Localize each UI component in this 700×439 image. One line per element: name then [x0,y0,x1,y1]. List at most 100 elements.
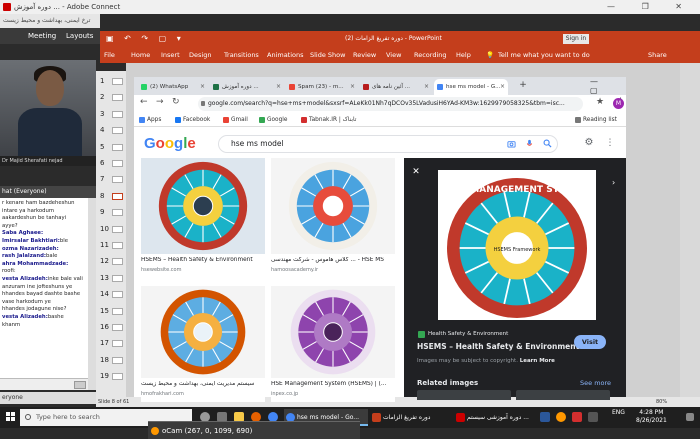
new-tab-button[interactable]: + [517,79,529,91]
image-result[interactable]: کلاس هاموس - شرکت مهندسی ... - HSE MS ham… [271,158,395,278]
browser-tab[interactable]: Spam (23) - m... × [286,79,358,95]
microphone-icon[interactable] [525,139,534,148]
tab-file[interactable]: File [104,47,115,63]
slide-thumbnail[interactable] [112,340,123,348]
ocam-icon[interactable] [556,412,566,422]
reload-icon[interactable]: ↻ [172,97,180,107]
preview-title[interactable]: HSEMS – Health Safety & Environment [417,342,579,351]
word-icon[interactable] [540,412,550,422]
slide-thumbnail[interactable] [112,324,123,331]
chat-scrollbar[interactable] [88,198,96,390]
image-result[interactable]: سیستم مدیریت ایمنی، بهداشت و محیط زیست hm… [141,286,265,402]
chrome-window-controls[interactable]: — ▢ ✕ [590,77,630,104]
chat-send-button[interactable] [74,381,86,389]
slide-thumbnail[interactable] [112,176,123,184]
tab-home[interactable]: Home [131,47,150,63]
tab-animations[interactable]: Animations [267,47,304,63]
browser-tab[interactable]: دوره آموزش ... × [210,79,284,95]
result-title[interactable]: HSE Management System (HSEMS) | (... [271,381,395,387]
result-title[interactable]: HSEMS – Health Safety & Environment [141,257,265,263]
related-image-thumb[interactable] [417,390,511,400]
slide-thumbnail[interactable] [112,160,123,167]
taskbar-app-adobe-connect[interactable]: دوره آموزشی سیستم ... [454,409,536,426]
preview-source[interactable]: Health Safety & Environment [428,331,508,337]
close-tab-icon[interactable]: × [424,79,429,95]
result-thumbnail[interactable] [141,286,265,378]
slide-thumbnail[interactable] [112,225,123,233]
result-title[interactable]: سیستم مدیریت ایمنی، بهداشت و محیط زیست [141,381,265,387]
learn-more-link[interactable]: Learn More [520,358,555,364]
slide-thumbnail[interactable] [112,307,123,315]
back-arrow-icon[interactable]: ← [140,97,148,107]
result-thumbnail[interactable] [141,158,265,254]
close-tab-icon[interactable]: × [500,79,505,95]
search-icon[interactable] [543,139,552,148]
sign-in-button[interactable]: Sign in [563,34,589,44]
google-logo[interactable]: Google [144,135,204,153]
taskbar-clock[interactable]: 4:28 PM 8/26/2021 [636,409,667,425]
notification-icon[interactable] [686,413,694,421]
close-tab-icon[interactable]: × [350,79,355,95]
extensions-icon[interactable]: ★ [596,97,604,107]
browser-tab[interactable]: (2) WhatsApp × [138,79,208,95]
slide-thumbnail[interactable] [112,192,123,200]
reading-list[interactable]: Reading list [574,113,617,127]
close-tab-icon[interactable]: × [200,79,205,95]
camera-icon[interactable] [507,139,516,148]
bookmark-gmail[interactable]: Gmail [222,113,248,127]
result-thumbnail[interactable] [271,286,395,378]
slide-thumbnail[interactable] [112,143,123,151]
menu-layouts[interactable]: Layouts [66,28,93,44]
window-controls[interactable]: — ❐ ✕ [607,0,694,14]
chevron-right-icon[interactable]: › [612,178,622,188]
slide-thumbnail[interactable] [112,356,123,364]
slide-thumbnail[interactable] [112,209,123,217]
slide-thumbnail[interactable] [112,242,123,249]
profile-avatar[interactable]: M [613,98,624,109]
slide-vertical-scrollbar[interactable] [680,63,700,397]
tab-insert[interactable]: Insert [161,47,180,63]
slide-thumbnail[interactable] [112,258,123,266]
slide-thumbnail[interactable] [112,110,123,118]
google-apps-icon[interactable]: ⋮ [604,137,616,149]
bookmark-facebook[interactable]: Facebook [174,113,210,127]
share-button[interactable]: Share [648,47,667,63]
windows-start-icon[interactable] [6,412,16,422]
related-image-thumb[interactable] [516,390,610,400]
bookmark-google[interactable]: Google [258,113,287,127]
zoom-level[interactable]: 80% [656,397,667,407]
forward-arrow-icon[interactable]: → [156,97,164,107]
slide-thumbnail[interactable] [112,127,123,135]
close-tab-icon[interactable]: × [276,79,281,95]
tab-recording[interactable]: Recording [414,47,447,63]
result-title[interactable]: کلاس هاموس - شرکت مهندسی ... - HSE MS [271,257,395,263]
image-result[interactable]: HSE Management System (HSEMS) | (... inpe… [271,286,395,402]
slide-thumbnail[interactable] [112,78,123,85]
visit-button[interactable]: Visit [574,335,606,349]
chat-recipient-selector[interactable]: eryone [0,392,96,404]
bookmark-tabnak[interactable]: Tabnak.IR | تابناک [300,113,356,127]
hse-ms-diagram-large[interactable]: HSE MANAGEMENT SYSTEM HSEMS Framework [438,170,596,320]
google-search-box[interactable]: hse ms model [218,135,558,153]
slide-thumbnail[interactable] [112,274,123,282]
chat-input[interactable] [0,378,88,390]
browser-tab[interactable]: آئین نامه های ... × [360,79,432,95]
app-icon[interactable] [572,412,582,422]
slide-thumbnail[interactable] [112,94,123,102]
address-bar[interactable]: google.com/search?q=hse+ms+model&sxsrf=A… [198,97,583,111]
browser-tab[interactable]: hse ms model - G... × [434,79,508,95]
taskbar-app-powerpoint[interactable]: دوره تفریغ الزامات [370,409,452,426]
image-result[interactable]: HSEMS – Health Safety & Environment hsewe… [141,158,265,278]
input-language[interactable]: ENG [612,409,625,416]
bookmark-apps[interactable]: Apps [138,113,161,127]
result-thumbnail[interactable] [271,158,395,254]
tab-review[interactable]: Review [353,47,376,63]
quick-access-toolbar[interactable]: ▣ ↶ ↷ ▢ ▾ [106,31,185,47]
see-more-link[interactable]: See more [580,379,611,387]
gear-icon[interactable]: ⚙ [583,137,595,149]
close-icon[interactable]: ✕ [410,166,422,178]
tab-slide-show[interactable]: Slide Show [310,47,345,63]
slide-thumbnail[interactable] [112,291,123,299]
app-icon[interactable] [588,412,598,422]
tab-view[interactable]: View [386,47,401,63]
